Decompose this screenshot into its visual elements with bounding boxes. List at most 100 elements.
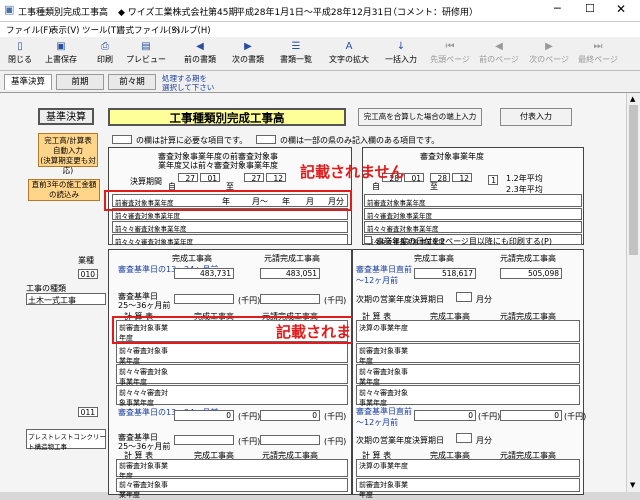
preview-button[interactable]: ▤ プレビュー <box>124 39 168 69</box>
sum-round-button[interactable]: 完工高を合算した場合の端上入力 <box>358 108 482 126</box>
annotation-text-1: 記載されません <box>300 163 405 181</box>
menu-format[interactable]: 書式ファイル(S) <box>117 24 180 36</box>
value-kansei-3[interactable]: 0 <box>226 411 231 420</box>
last-page-icon: ⏭ <box>593 41 603 52</box>
industry-code-1[interactable]: 010 <box>81 270 95 279</box>
company-name: ◆ ワイズ工業株式会社 <box>118 8 209 18</box>
value-motouke-1[interactable]: 483,051 <box>286 269 317 278</box>
print-date-label: 事業年度の日付を2ページ目以降にも印刷する(P) <box>376 237 552 246</box>
first-page-icon: ⏮ <box>445 41 455 52</box>
scroll-down-icon[interactable]: ▼ <box>630 481 635 489</box>
load-prev3-button[interactable]: 直前3年の施工金額 の読込み <box>28 179 100 201</box>
maximize-icon[interactable]: ☐ <box>585 2 595 15</box>
period-no: 第45期 <box>208 8 238 18</box>
tab-base[interactable]: 基準決算 <box>4 74 52 90</box>
industry-name-2[interactable]: プレストレストコンクリート構造物工事 <box>28 431 106 451</box>
menu-bar: ファイル(F) 表示(V) ツール(T) 書式ファイル(S) ヘルプ(H) <box>0 22 640 37</box>
save-button[interactable]: ▣ 上書保存 <box>38 39 84 69</box>
doc-list-button[interactable]: ☰ 書類一覧 <box>274 39 318 69</box>
attachment-button[interactable]: 付表入力 <box>500 108 572 126</box>
menu-view[interactable]: 表示(V) <box>50 24 79 36</box>
scroll-up-icon[interactable]: ▲ <box>630 95 635 103</box>
printer-icon: ⎙ <box>101 41 109 52</box>
value-25-36-kansei-2[interactable] <box>174 435 234 445</box>
right-month-to[interactable]: 12 <box>459 174 469 183</box>
period-tabs: 基準決算 前期 前々期 処理する期を 選択して下さい <box>0 71 640 93</box>
value-25-36-motouke-2[interactable] <box>260 435 320 445</box>
prev-page-button[interactable]: ◀ 前のページ <box>476 39 522 69</box>
save-icon: ▣ <box>56 41 66 52</box>
next-doc-icon: ▶ <box>244 41 252 52</box>
legend-cyan-swatch <box>256 135 276 144</box>
prev-page-icon: ◀ <box>495 41 503 52</box>
minimize-icon[interactable]: ─ <box>554 2 561 15</box>
next-doc-button[interactable]: ▶ 次の書類 <box>226 39 270 69</box>
bulk-input-button[interactable]: ↓ 一括入力 <box>380 39 422 69</box>
value-motouke-2[interactable]: 505,098 <box>528 269 559 278</box>
zoom-text-button[interactable]: A 文字の拡大 <box>324 39 374 69</box>
value-25-36-motouke[interactable] <box>260 294 320 304</box>
base-settle-label: 基準決算 <box>38 108 94 125</box>
legend-yellow-text: の欄は計算に必要な項目です。 <box>136 136 248 145</box>
tab-prev[interactable]: 前期 <box>56 74 104 90</box>
prev-doc-button[interactable]: ◀ 前の書類 <box>178 39 222 69</box>
preview-icon: ▤ <box>141 41 151 52</box>
title-bar: ▣ 工事種類別完成工事高 ◆ ワイズ工業株式会社 第45期 平成28年1月1日～… <box>0 0 640 22</box>
left-year-to[interactable]: 27 <box>251 174 261 183</box>
comment: （コメント：研修用） <box>388 8 479 18</box>
left-row-3: 前々々審査対象事業年度 <box>112 221 348 233</box>
prev-doc-icon: ◀ <box>196 41 204 52</box>
form-area: 基準決算 工事種類別完成工事高 完工高を合算した場合の端上入力 付表入力 完工高… <box>0 93 626 499</box>
tab-note-2: 選択して下さい <box>162 83 215 92</box>
legend-yellow-swatch <box>112 135 132 144</box>
settle-month-input-2[interactable] <box>456 433 472 443</box>
right-year-to[interactable]: 28 <box>437 174 447 183</box>
right-head: 審査対象事業年度 <box>420 152 484 161</box>
close-icon[interactable]: ✕ <box>616 2 626 16</box>
next-page-icon: ▶ <box>545 41 553 52</box>
value-motouke-4[interactable]: 0 <box>554 411 559 420</box>
left-head-2: 業年度又は前々審査対象事業年度 <box>158 161 278 170</box>
bulk-icon: ↓ <box>396 41 406 52</box>
form-title: 工事種類別完成工事高 <box>108 108 346 126</box>
avg-years-input[interactable]: 1 <box>491 176 496 185</box>
window-title: 工事種類別完成工事高 <box>18 8 109 18</box>
left-month-from[interactable]: 01 <box>207 174 217 183</box>
kessan-label: 決算期間 <box>130 177 162 186</box>
left-year-from[interactable]: 27 <box>185 174 195 183</box>
menu-tool[interactable]: ツール(T) <box>82 24 119 36</box>
settle-month-input[interactable] <box>456 292 472 302</box>
next-page-button[interactable]: ▶ 次のページ <box>526 39 572 69</box>
list-icon: ☰ <box>291 41 301 52</box>
legend-cyan-text: の欄は一部の県のみ記入欄のある項目です。 <box>280 136 440 145</box>
menu-help[interactable]: ヘルプ(H) <box>172 24 211 36</box>
right-month-from[interactable]: 01 <box>411 174 421 183</box>
left-month-to[interactable]: 12 <box>273 174 283 183</box>
first-page-button[interactable]: ⏮ 先頭ページ <box>426 39 474 69</box>
value-kansei-2[interactable]: 518,617 <box>442 269 473 278</box>
door-icon: ▯ <box>17 41 23 52</box>
print-date-checkbox[interactable] <box>364 236 372 244</box>
vertical-scrollbar[interactable]: ▲ ▼ <box>626 93 640 492</box>
value-motouke-3[interactable]: 0 <box>312 411 317 420</box>
menu-file[interactable]: ファイル(F) <box>6 24 52 36</box>
toolbar: ▯ 閉じる ▣ 上書保存 ⎙ 印刷 ▤ プレビュー ◀ 前の書類 ▶ 次の書類 ☰ 書類一覧 … <box>0 37 640 71</box>
close-button[interactable]: ▯ 閉じる <box>4 39 36 69</box>
last-page-button[interactable]: ⏭ 最終ページ <box>576 39 620 69</box>
app-icon: ▣ <box>4 3 15 16</box>
auto-input-button[interactable]: 完工高/計算表 自動入力 (決算期変更も対応) <box>38 133 98 175</box>
tab-prev2[interactable]: 前々期 <box>108 74 156 90</box>
avg-1-2: 1.2年平均 <box>506 174 543 183</box>
value-kansei-4[interactable]: 0 <box>468 411 473 420</box>
annotation-box-1 <box>104 190 352 211</box>
left-row-4: 前々々々審査対象事業年度 <box>112 234 348 246</box>
period-range: 平成28年1月1日～平成28年12月31日 <box>236 8 393 18</box>
industry-name-1[interactable]: 土木一式工事 <box>28 295 76 306</box>
value-kansei-1[interactable]: 483,731 <box>200 269 231 278</box>
industry-label: 業種 <box>78 256 94 265</box>
print-button[interactable]: ⎙ 印刷 <box>88 39 122 69</box>
zoom-icon: A <box>345 41 353 52</box>
scroll-thumb[interactable] <box>629 105 638 255</box>
value-25-36-kansei[interactable] <box>174 294 234 304</box>
industry-code-2[interactable]: 011 <box>81 408 95 417</box>
